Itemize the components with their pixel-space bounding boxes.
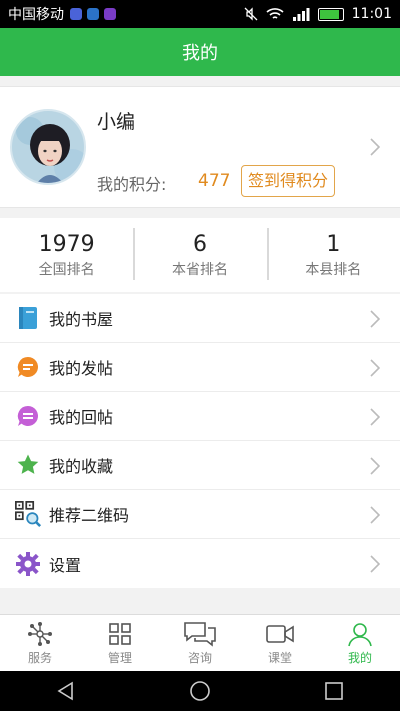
menu-item-my-posts[interactable]: 我的发帖 [0, 343, 400, 392]
tab-label: 我的 [347, 651, 372, 665]
tab-consult[interactable]: 咨询 [160, 615, 240, 671]
signal-icon [292, 8, 310, 21]
chat-icon [184, 622, 216, 647]
tab-service[interactable]: 服务 [0, 615, 80, 671]
person-icon [348, 623, 372, 647]
carrier-name: 中国移动 [8, 7, 64, 23]
menu-item-qr-code[interactable]: 推荐二维码 [0, 490, 400, 539]
menu-item-label: 我的发帖 [49, 359, 114, 378]
qr-code-icon [15, 501, 41, 528]
rank-county: 1 本县排名 [266, 218, 400, 292]
avatar[interactable] [10, 109, 86, 185]
home-icon[interactable] [189, 680, 211, 702]
recents-icon[interactable] [324, 681, 344, 701]
menu-list: 我的书屋 我的发帖 我的回帖 我的收藏 推荐二维码 设置 [0, 294, 400, 588]
menu-item-label: 我的回帖 [49, 408, 114, 427]
menu-item-bookshelf[interactable]: 我的书屋 [0, 294, 400, 343]
rank-value: 6 [192, 232, 207, 257]
mute-icon [244, 7, 258, 21]
star-icon [15, 452, 41, 478]
rank-label: 本县排名 [305, 262, 362, 278]
reply-icon [15, 403, 41, 429]
points-label: 我的积分: [97, 175, 167, 194]
points-value: 477 [198, 171, 231, 191]
tab-classroom[interactable]: 课堂 [240, 615, 320, 671]
rank-national: 1979 全国排名 [0, 218, 133, 292]
page-title: 我的 [182, 43, 218, 64]
status-bar: 中国移动 11:01 [0, 0, 400, 28]
menu-item-settings[interactable]: 设置 [0, 539, 400, 588]
tab-label: 管理 [107, 651, 132, 665]
menu-item-my-replies[interactable]: 我的回帖 [0, 392, 400, 441]
gear-icon [15, 551, 41, 577]
chevron-right-icon [370, 310, 380, 328]
chevron-right-icon [370, 457, 380, 475]
chevron-right-icon [370, 408, 380, 426]
tab-label: 咨询 [187, 651, 212, 665]
app-notification-icon [87, 8, 99, 20]
clock: 11:01 [351, 6, 392, 22]
video-icon [266, 625, 294, 643]
chevron-right-icon [370, 138, 380, 156]
app-notification-icon [70, 8, 82, 20]
tab-label: 服务 [27, 651, 52, 665]
rank-label: 本省排名 [171, 262, 228, 278]
battery-icon [317, 7, 344, 21]
tab-manage[interactable]: 管理 [80, 615, 160, 671]
menu-item-label: 我的书屋 [49, 310, 114, 329]
bottom-tab-bar: 服务 管理 咨询 课堂 我的 [0, 614, 400, 671]
wifi-icon [266, 8, 284, 19]
rank-value: 1979 [38, 232, 95, 257]
tab-label: 课堂 [267, 651, 292, 665]
chevron-right-icon [370, 555, 380, 573]
service-icon [28, 622, 52, 646]
book-icon [15, 305, 41, 331]
chevron-right-icon [370, 506, 380, 524]
menu-item-favorites[interactable]: 我的收藏 [0, 441, 400, 490]
chevron-right-icon [370, 359, 380, 377]
rank-province: 6 本省排名 [133, 218, 266, 292]
avatar-image [12, 111, 84, 183]
battery-fill [319, 9, 340, 19]
post-icon [15, 354, 41, 380]
menu-item-label: 我的收藏 [49, 457, 114, 476]
menu-item-label: 推荐二维码 [49, 506, 130, 525]
rankings: 1979 全国排名 6 本省排名 1 本县排名 [0, 218, 400, 292]
page-header: 我的 [0, 28, 400, 76]
back-icon[interactable] [56, 681, 76, 701]
tab-mine[interactable]: 我的 [320, 615, 400, 671]
checkin-button[interactable]: 签到得积分 [241, 165, 336, 197]
grid-icon [109, 623, 131, 645]
menu-item-label: 设置 [49, 555, 82, 575]
rank-label: 全国排名 [38, 262, 95, 278]
profile-card[interactable]: 小编 我的积分: 477 签到得积分 [0, 86, 400, 208]
app-notification-icon [104, 8, 116, 20]
system-nav-bar [0, 671, 400, 711]
username: 小编 [97, 111, 136, 133]
rank-value: 1 [326, 232, 341, 257]
